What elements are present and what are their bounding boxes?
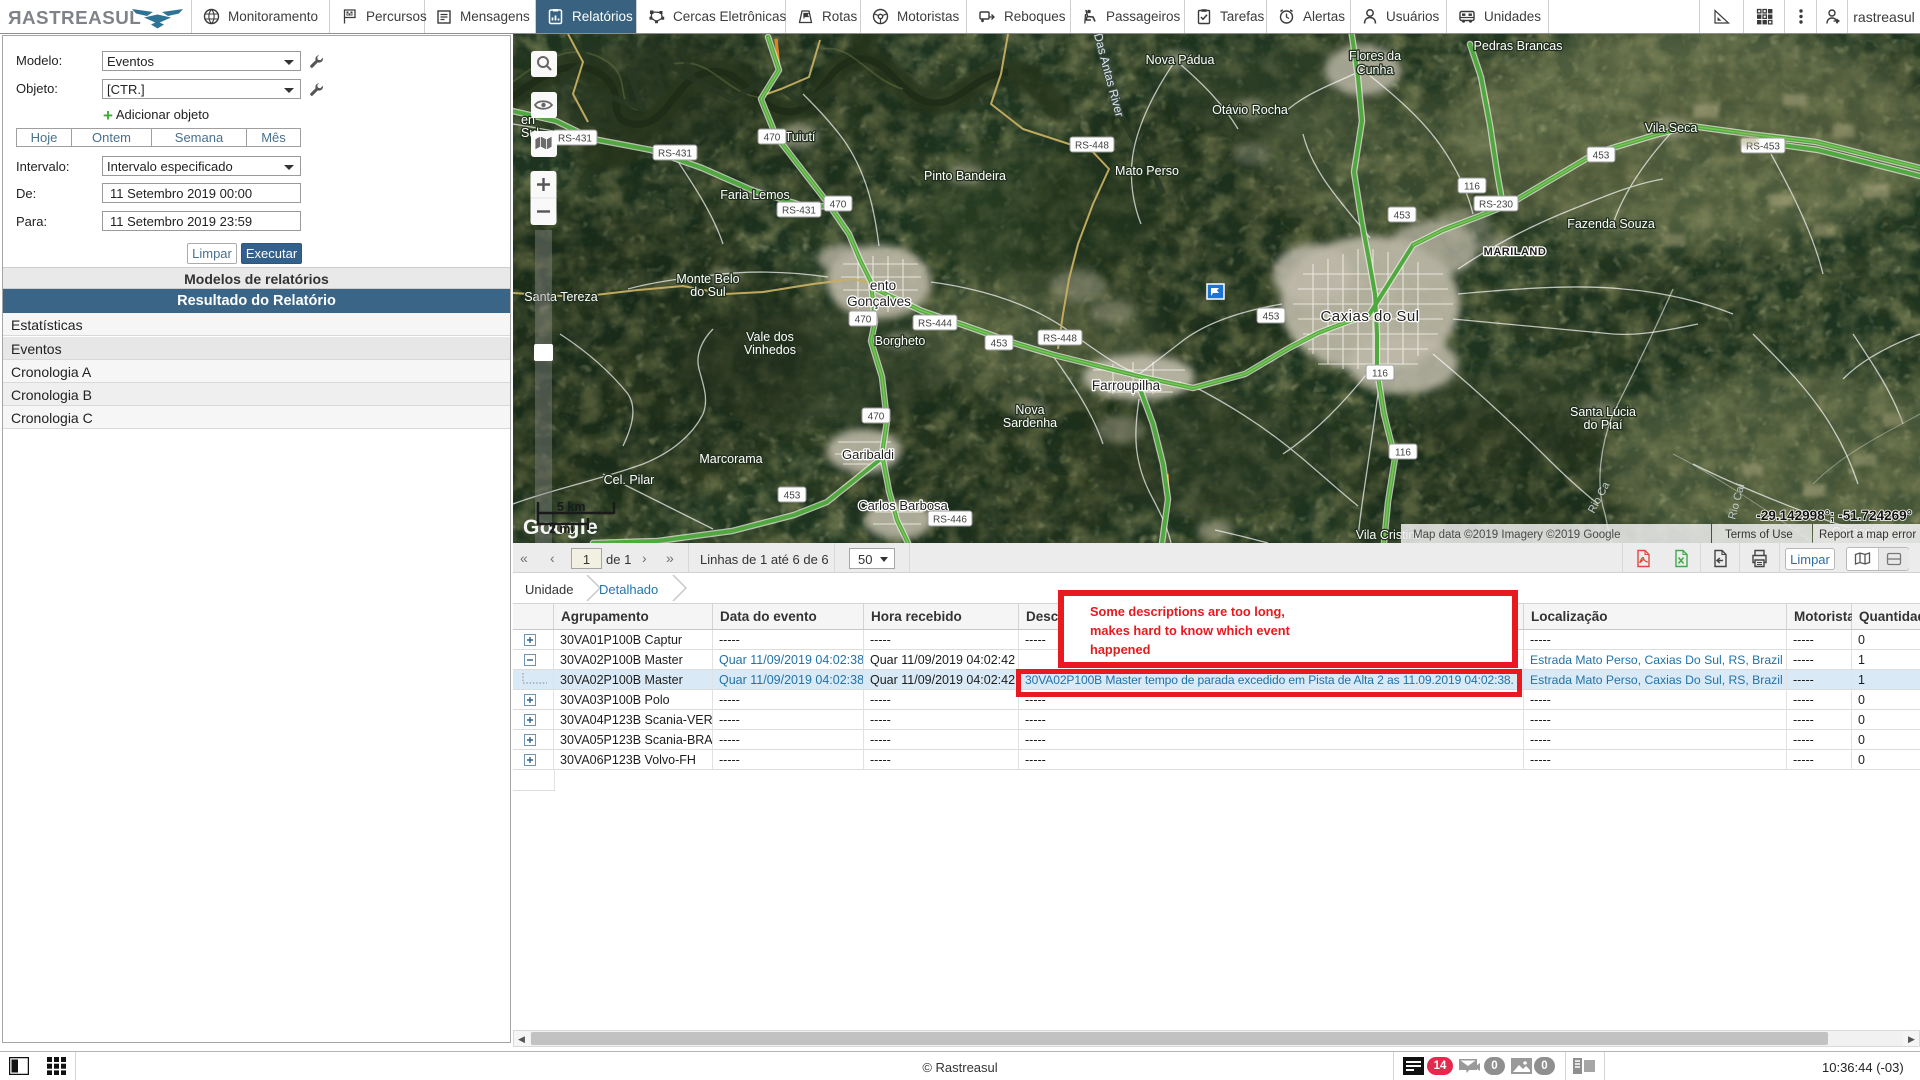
svg-text:453: 453 xyxy=(1394,211,1411,222)
svg-text:Farroupilha: Farroupilha xyxy=(1092,378,1161,393)
svg-text:Mato Perso: Mato Perso xyxy=(1115,164,1179,178)
svg-text:RS-444: RS-444 xyxy=(918,319,952,330)
svg-text:do Piaí: do Piaí xyxy=(1584,418,1623,432)
svg-text:Vila Seca: Vila Seca xyxy=(1645,121,1698,135)
svg-text:Gonçalves: Gonçalves xyxy=(847,294,911,309)
svg-text:ЯASTREASUL: ЯASTREASUL xyxy=(8,7,141,28)
svg-text:RS-448: RS-448 xyxy=(1075,141,1109,152)
svg-text:470: 470 xyxy=(830,200,847,211)
svg-text:MARILAND: MARILAND xyxy=(1484,246,1547,258)
svg-text:Map data ©2019 Imagery ©2019 G: Map data ©2019 Imagery ©2019 Google xyxy=(1413,529,1620,541)
svg-text:Flores da: Flores da xyxy=(1349,49,1401,63)
svg-text:470: 470 xyxy=(855,315,872,326)
svg-text:Santa Lúcia: Santa Lúcia xyxy=(1570,405,1636,419)
svg-text:RS-431: RS-431 xyxy=(558,134,592,145)
svg-text:453: 453 xyxy=(991,339,1008,350)
svg-text:do Sul: do Sul xyxy=(690,285,725,299)
svg-text:Fazenda Souza: Fazenda Souza xyxy=(1567,217,1655,231)
svg-text:116: 116 xyxy=(1395,448,1411,459)
svg-text:Tuiutí: Tuiutí xyxy=(785,130,816,144)
svg-text:2 mi: 2 mi xyxy=(549,522,574,536)
svg-text:Vinhedos: Vinhedos xyxy=(744,343,796,357)
svg-text:Otávio Rocha: Otávio Rocha xyxy=(1212,103,1288,117)
svg-text:470: 470 xyxy=(764,133,781,144)
svg-text:RS-448: RS-448 xyxy=(1043,334,1077,345)
svg-text:453: 453 xyxy=(1593,151,1610,162)
svg-text:Monte Belo: Monte Belo xyxy=(676,272,739,286)
svg-text:116: 116 xyxy=(1464,182,1480,193)
svg-text:RS-446: RS-446 xyxy=(933,515,967,526)
svg-text:-29.142998°; -51.724269°: -29.142998°; -51.724269° xyxy=(1756,508,1912,523)
svg-text:Cunha: Cunha xyxy=(1357,63,1394,77)
svg-text:Sardenha: Sardenha xyxy=(1003,416,1057,430)
svg-text:Pinto Bandeira: Pinto Bandeira xyxy=(924,169,1006,183)
svg-text:RS-431: RS-431 xyxy=(782,206,816,217)
svg-text:5 km: 5 km xyxy=(557,500,586,514)
svg-text:Pedras Brancas: Pedras Brancas xyxy=(1474,39,1563,53)
svg-text:Marcorama: Marcorama xyxy=(699,452,762,466)
svg-text:116: 116 xyxy=(1372,369,1388,380)
svg-text:470: 470 xyxy=(868,412,885,423)
svg-text:Report a map error: Report a map error xyxy=(1819,529,1916,541)
svg-text:Caxias do Sul: Caxias do Sul xyxy=(1320,308,1419,325)
svg-text:Terms of Use: Terms of Use xyxy=(1725,529,1793,541)
svg-text:453: 453 xyxy=(1263,312,1280,323)
svg-text:Faria Lemos: Faria Lemos xyxy=(720,188,789,202)
svg-text:Garibaldi: Garibaldi xyxy=(842,447,894,462)
svg-text:453: 453 xyxy=(784,491,801,502)
svg-text:ento: ento xyxy=(870,278,896,293)
svg-text:RS-431: RS-431 xyxy=(658,149,692,160)
svg-text:Cel. Pilar: Cel. Pilar xyxy=(604,473,655,487)
svg-text:Borgheto: Borgheto xyxy=(875,334,926,348)
svg-text:Nova Pádua: Nova Pádua xyxy=(1146,53,1215,67)
svg-text:Nova: Nova xyxy=(1015,403,1044,417)
svg-text:Vale dos: Vale dos xyxy=(746,330,794,344)
svg-text:RS-230: RS-230 xyxy=(1479,200,1513,211)
